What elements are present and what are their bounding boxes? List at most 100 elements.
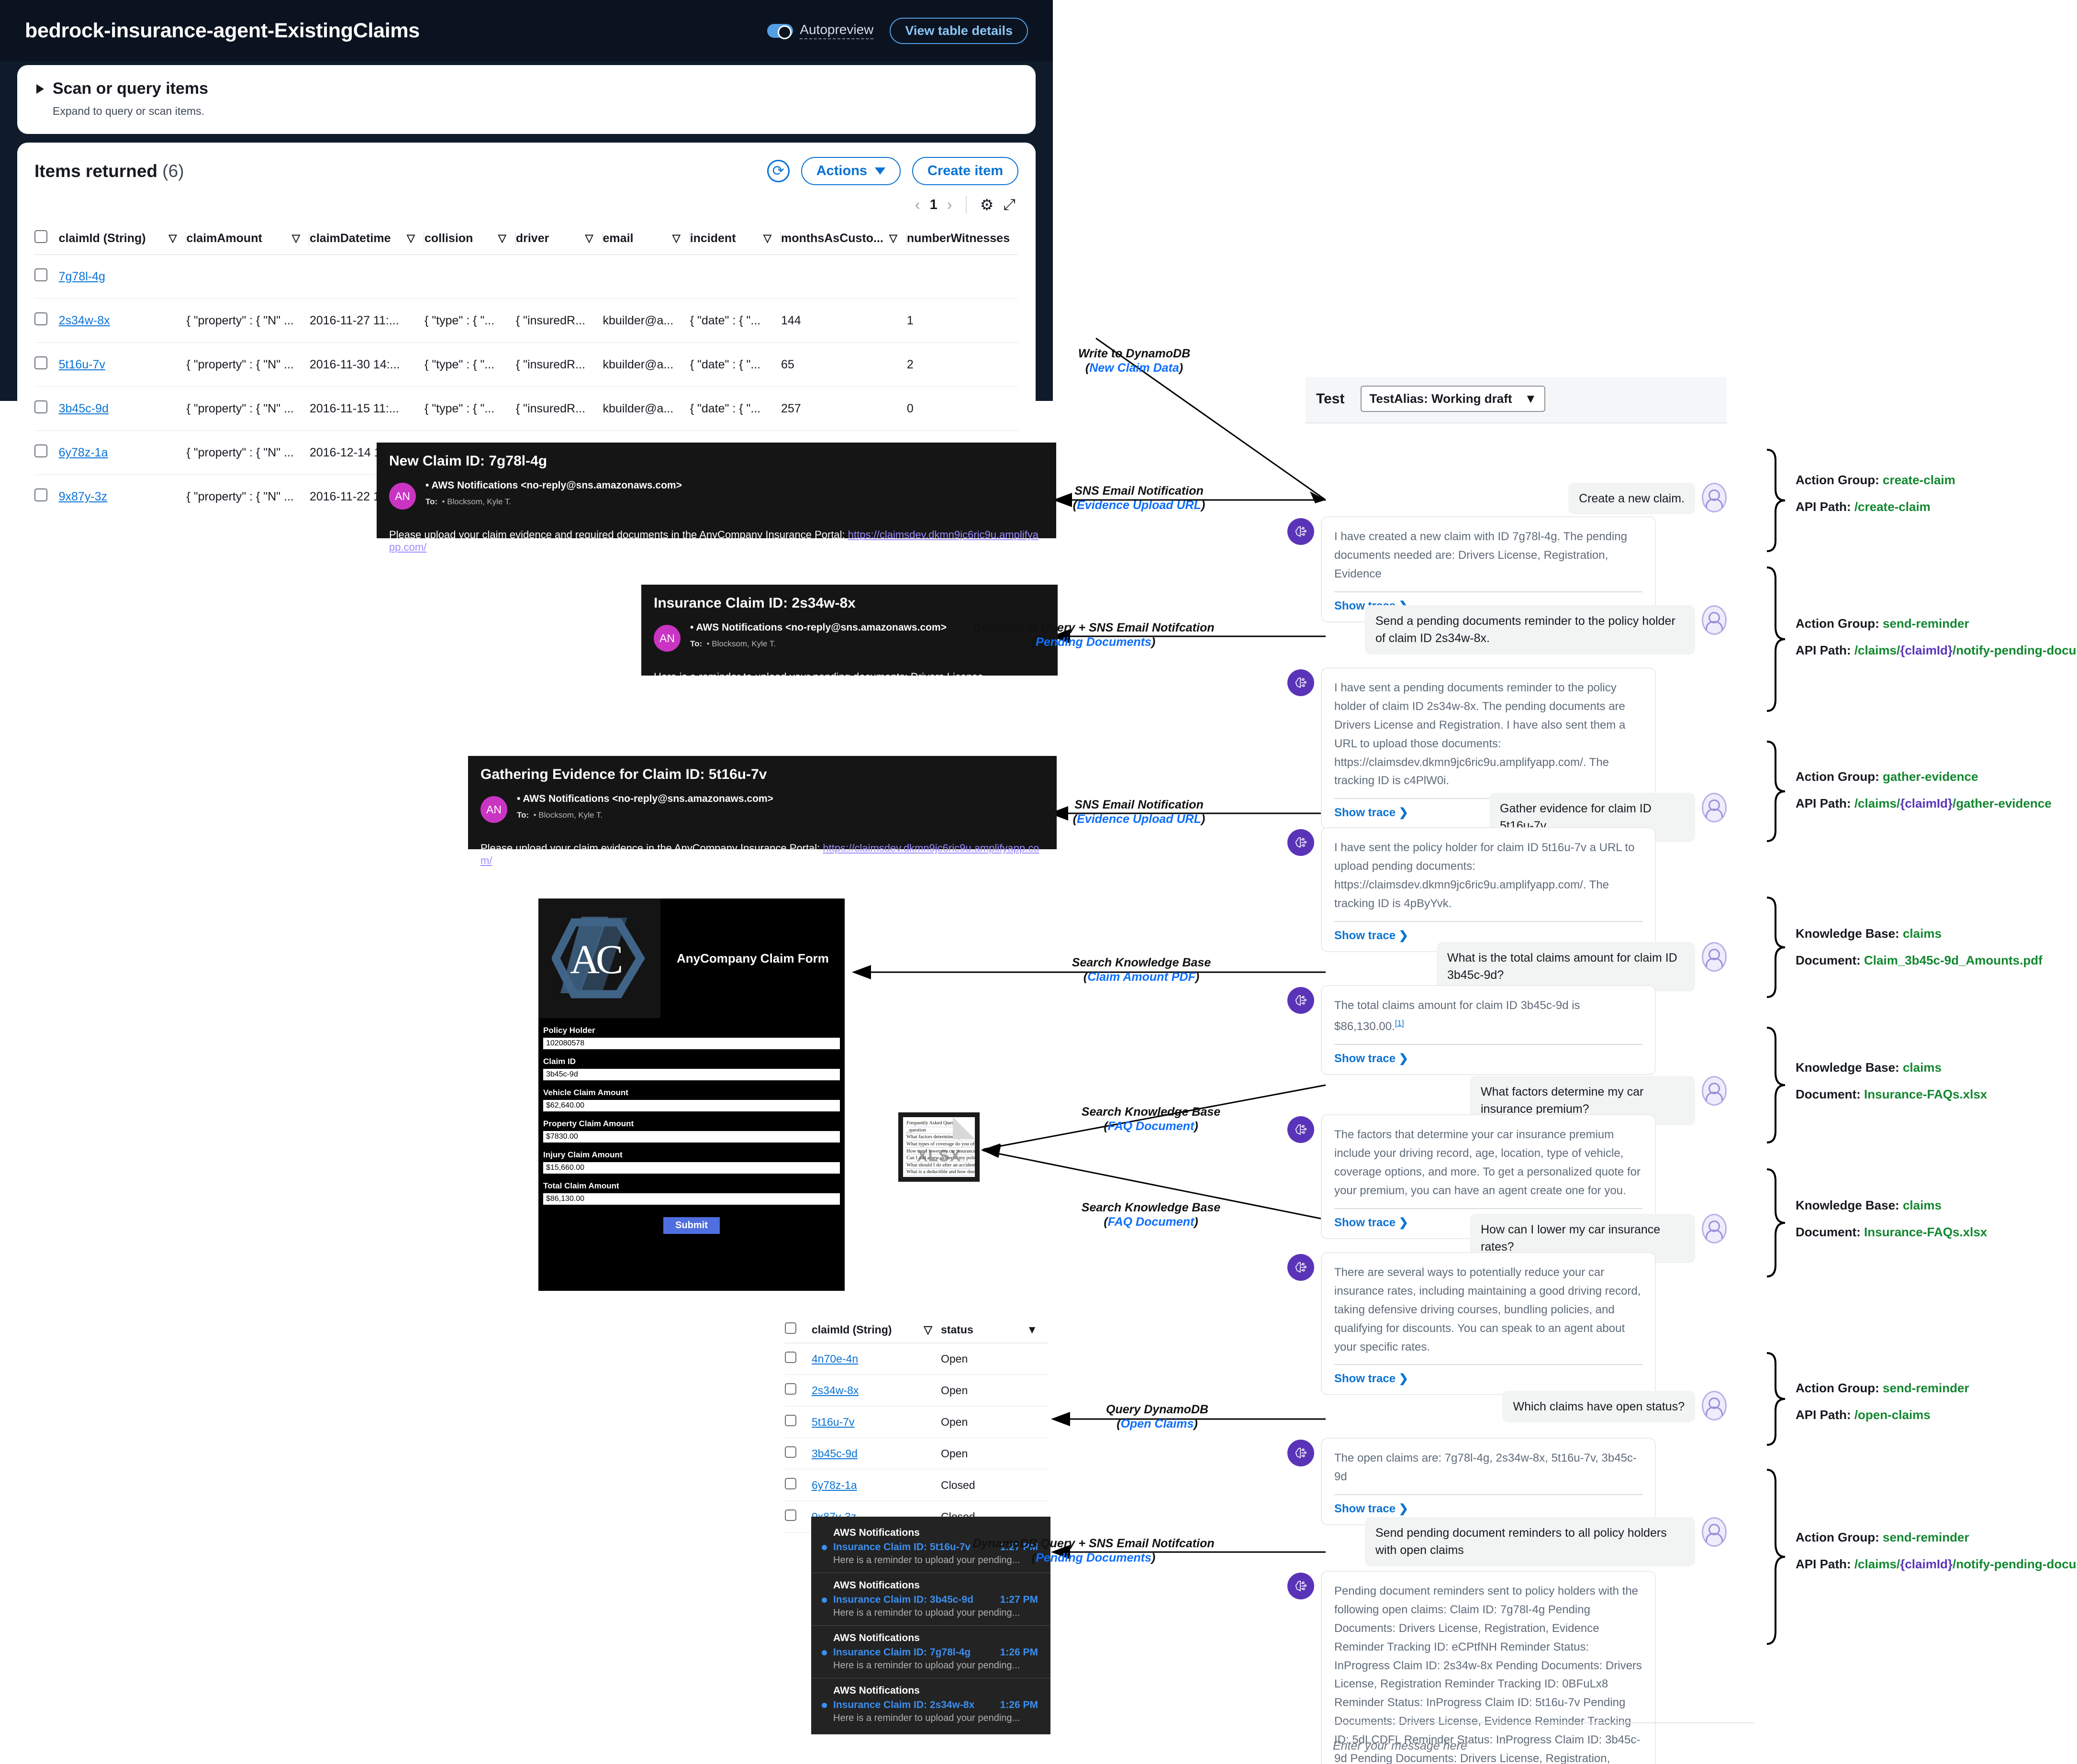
field-input[interactable]: $7830.00 <box>543 1131 840 1143</box>
table-row[interactable]: 6y78z-1a Closed <box>785 1469 1048 1501</box>
sort-icon[interactable]: ▼ <box>1027 1323 1048 1336</box>
claim-id-link[interactable]: 3b45c-9d <box>59 402 109 415</box>
cell-claimid[interactable]: 4n70e-4n <box>812 1343 941 1375</box>
field-input[interactable]: 102080578 <box>543 1038 840 1049</box>
row-checkbox[interactable] <box>34 488 47 501</box>
table-row[interactable]: 2s34w-8x { "property" : { "N" ... 2016-11… <box>34 299 1018 343</box>
select-all-header[interactable] <box>34 222 59 255</box>
row-checkbox-cell[interactable] <box>34 475 59 518</box>
row-checkbox[interactable] <box>34 268 47 281</box>
pagination[interactable]: ‹ 1 › ⚙ ⤢ <box>34 196 1018 214</box>
table-row[interactable]: 2s34w-8x Open <box>785 1375 1048 1407</box>
prev-page-icon[interactable]: ‹ <box>915 196 920 214</box>
view-table-details-button[interactable]: View table details <box>890 17 1028 44</box>
field-input[interactable]: $62,640.00 <box>543 1100 840 1111</box>
actions-button[interactable]: Actions <box>801 157 901 185</box>
field-input[interactable]: 3b45c-9d <box>543 1069 840 1080</box>
sort-icon[interactable]: ▽ <box>292 232 300 244</box>
cell-claimid[interactable]: 5t16u-7v <box>58 343 187 387</box>
claim-id-link[interactable]: 2s34w-8x <box>59 314 110 327</box>
claim-id-link[interactable]: 5t16u-7v <box>59 358 105 371</box>
cell-claimid[interactable]: 3b45c-9d <box>58 387 187 431</box>
show-trace-button[interactable]: Show trace ❯ <box>1334 929 1642 943</box>
sort-icon[interactable]: ▽ <box>889 232 897 244</box>
row-checkbox[interactable] <box>785 1383 796 1395</box>
row-checkbox-cell[interactable] <box>34 255 59 299</box>
cell-claimid[interactable]: 6y78z-1a <box>812 1469 941 1501</box>
cell-claimid[interactable]: 7g78l-4g <box>58 255 187 299</box>
field-input[interactable]: $86,130.00 <box>543 1193 840 1205</box>
cell-claimid[interactable]: 9x87y-3z <box>59 475 187 518</box>
row-checkbox[interactable] <box>34 400 47 413</box>
row-checkbox-cell[interactable] <box>34 299 59 343</box>
row-checkbox[interactable] <box>34 312 47 325</box>
select-all-header[interactable] <box>785 1317 812 1343</box>
table-row[interactable]: 7g78l-4g <box>34 255 1018 299</box>
claim-id-link[interactable]: 9x87y-3z <box>59 490 107 503</box>
alias-select[interactable]: TestAlias: Working draft ▼ <box>1361 386 1546 412</box>
collapse-icon[interactable]: ⤢ <box>1003 196 1016 214</box>
claim-id-link[interactable]: 2s34w-8x <box>812 1384 859 1397</box>
sort-icon[interactable]: ▽ <box>763 232 771 244</box>
sort-icon[interactable]: ▽ <box>924 1323 941 1336</box>
show-trace-button[interactable]: Show trace ❯ <box>1334 1372 1642 1386</box>
sort-icon[interactable]: ▽ <box>169 232 177 244</box>
row-checkbox-cell[interactable] <box>785 1501 812 1533</box>
notification-toast[interactable]: AWS Notifications Insurance Claim ID: 7g… <box>811 1626 1050 1678</box>
claim-id-link[interactable]: 4n70e-4n <box>812 1353 858 1365</box>
row-checkbox-cell[interactable] <box>34 343 59 387</box>
claim-id-link[interactable]: 6y78z-1a <box>812 1479 857 1491</box>
claim-id-link[interactable]: 3b45c-9d <box>812 1447 858 1460</box>
cell-claimid[interactable]: 6y78z-1a <box>58 431 187 475</box>
scan-or-query-card[interactable]: Scan or query items Expand to query or s… <box>17 65 1036 134</box>
table-row[interactable]: 5t16u-7v { "property" : { "N" ... 2016-11… <box>34 343 1018 387</box>
field-input[interactable]: $15,660.00 <box>543 1162 840 1174</box>
row-checkbox[interactable] <box>34 444 47 457</box>
show-trace-button[interactable]: Show trace ❯ <box>1334 1502 1642 1516</box>
sort-icon[interactable]: ▽ <box>407 232 415 244</box>
row-checkbox[interactable] <box>785 1352 796 1363</box>
table-row[interactable]: 3b45c-9d { "property" : { "N" ... 2016-11… <box>34 387 1018 431</box>
table-row[interactable]: 5t16u-7v Open <box>785 1406 1048 1438</box>
next-page-icon[interactable]: › <box>947 196 952 214</box>
chevron-right-icon[interactable] <box>36 84 44 94</box>
cell-claimid[interactable]: 5t16u-7v <box>812 1406 941 1438</box>
row-checkbox-cell[interactable] <box>785 1438 812 1470</box>
refresh-icon[interactable]: ⟳ <box>767 160 790 182</box>
row-checkbox-cell[interactable] <box>785 1406 812 1438</box>
sort-icon[interactable]: ▽ <box>672 232 681 244</box>
notification-toast[interactable]: AWS Notifications Insurance Claim ID: 3b… <box>811 1573 1050 1626</box>
table-row[interactable]: 3b45c-9d Open <box>785 1438 1048 1470</box>
select-all-checkbox[interactable] <box>34 230 47 243</box>
citation-link[interactable]: [1] <box>1395 1019 1404 1028</box>
gear-icon[interactable]: ⚙ <box>980 196 994 214</box>
sort-icon[interactable]: ▽ <box>585 232 593 244</box>
row-checkbox[interactable] <box>785 1415 796 1426</box>
row-checkbox-cell[interactable] <box>785 1343 812 1375</box>
notification-toast[interactable]: AWS Notifications Insurance Claim ID: 2s… <box>811 1678 1050 1731</box>
row-checkbox-cell[interactable] <box>785 1469 812 1501</box>
autopreview-toggle[interactable]: Autopreview <box>767 22 874 39</box>
cell-claimid[interactable]: 2s34w-8x <box>812 1375 941 1407</box>
sort-icon[interactable]: ▽ <box>498 232 506 244</box>
row-checkbox[interactable] <box>34 356 47 369</box>
show-trace-button[interactable]: Show trace ❯ <box>1334 1052 1642 1065</box>
row-checkbox[interactable] <box>785 1478 796 1489</box>
row-checkbox[interactable] <box>785 1509 796 1521</box>
row-checkbox-cell[interactable] <box>34 387 59 431</box>
create-item-button[interactable]: Create item <box>912 157 1018 185</box>
claim-id-link[interactable]: 7g78l-4g <box>59 270 105 283</box>
scan-section-header[interactable]: Scan or query items <box>36 79 1016 98</box>
table-row[interactable]: 4n70e-4n Open <box>785 1343 1048 1375</box>
toggle-switch[interactable] <box>767 23 793 39</box>
submit-button[interactable]: Submit <box>663 1217 720 1234</box>
select-all-checkbox[interactable] <box>785 1322 796 1334</box>
message-input[interactable]: Enter your message here <box>1333 1739 1754 1753</box>
row-checkbox-cell[interactable] <box>785 1375 812 1407</box>
row-checkbox-cell[interactable] <box>34 431 59 475</box>
cell-claimid[interactable]: 3b45c-9d <box>812 1438 941 1470</box>
row-checkbox[interactable] <box>785 1446 796 1458</box>
cell-claimid[interactable]: 2s34w-8x <box>58 299 187 343</box>
claim-id-link[interactable]: 6y78z-1a <box>59 446 108 459</box>
claim-id-link[interactable]: 5t16u-7v <box>812 1416 855 1428</box>
